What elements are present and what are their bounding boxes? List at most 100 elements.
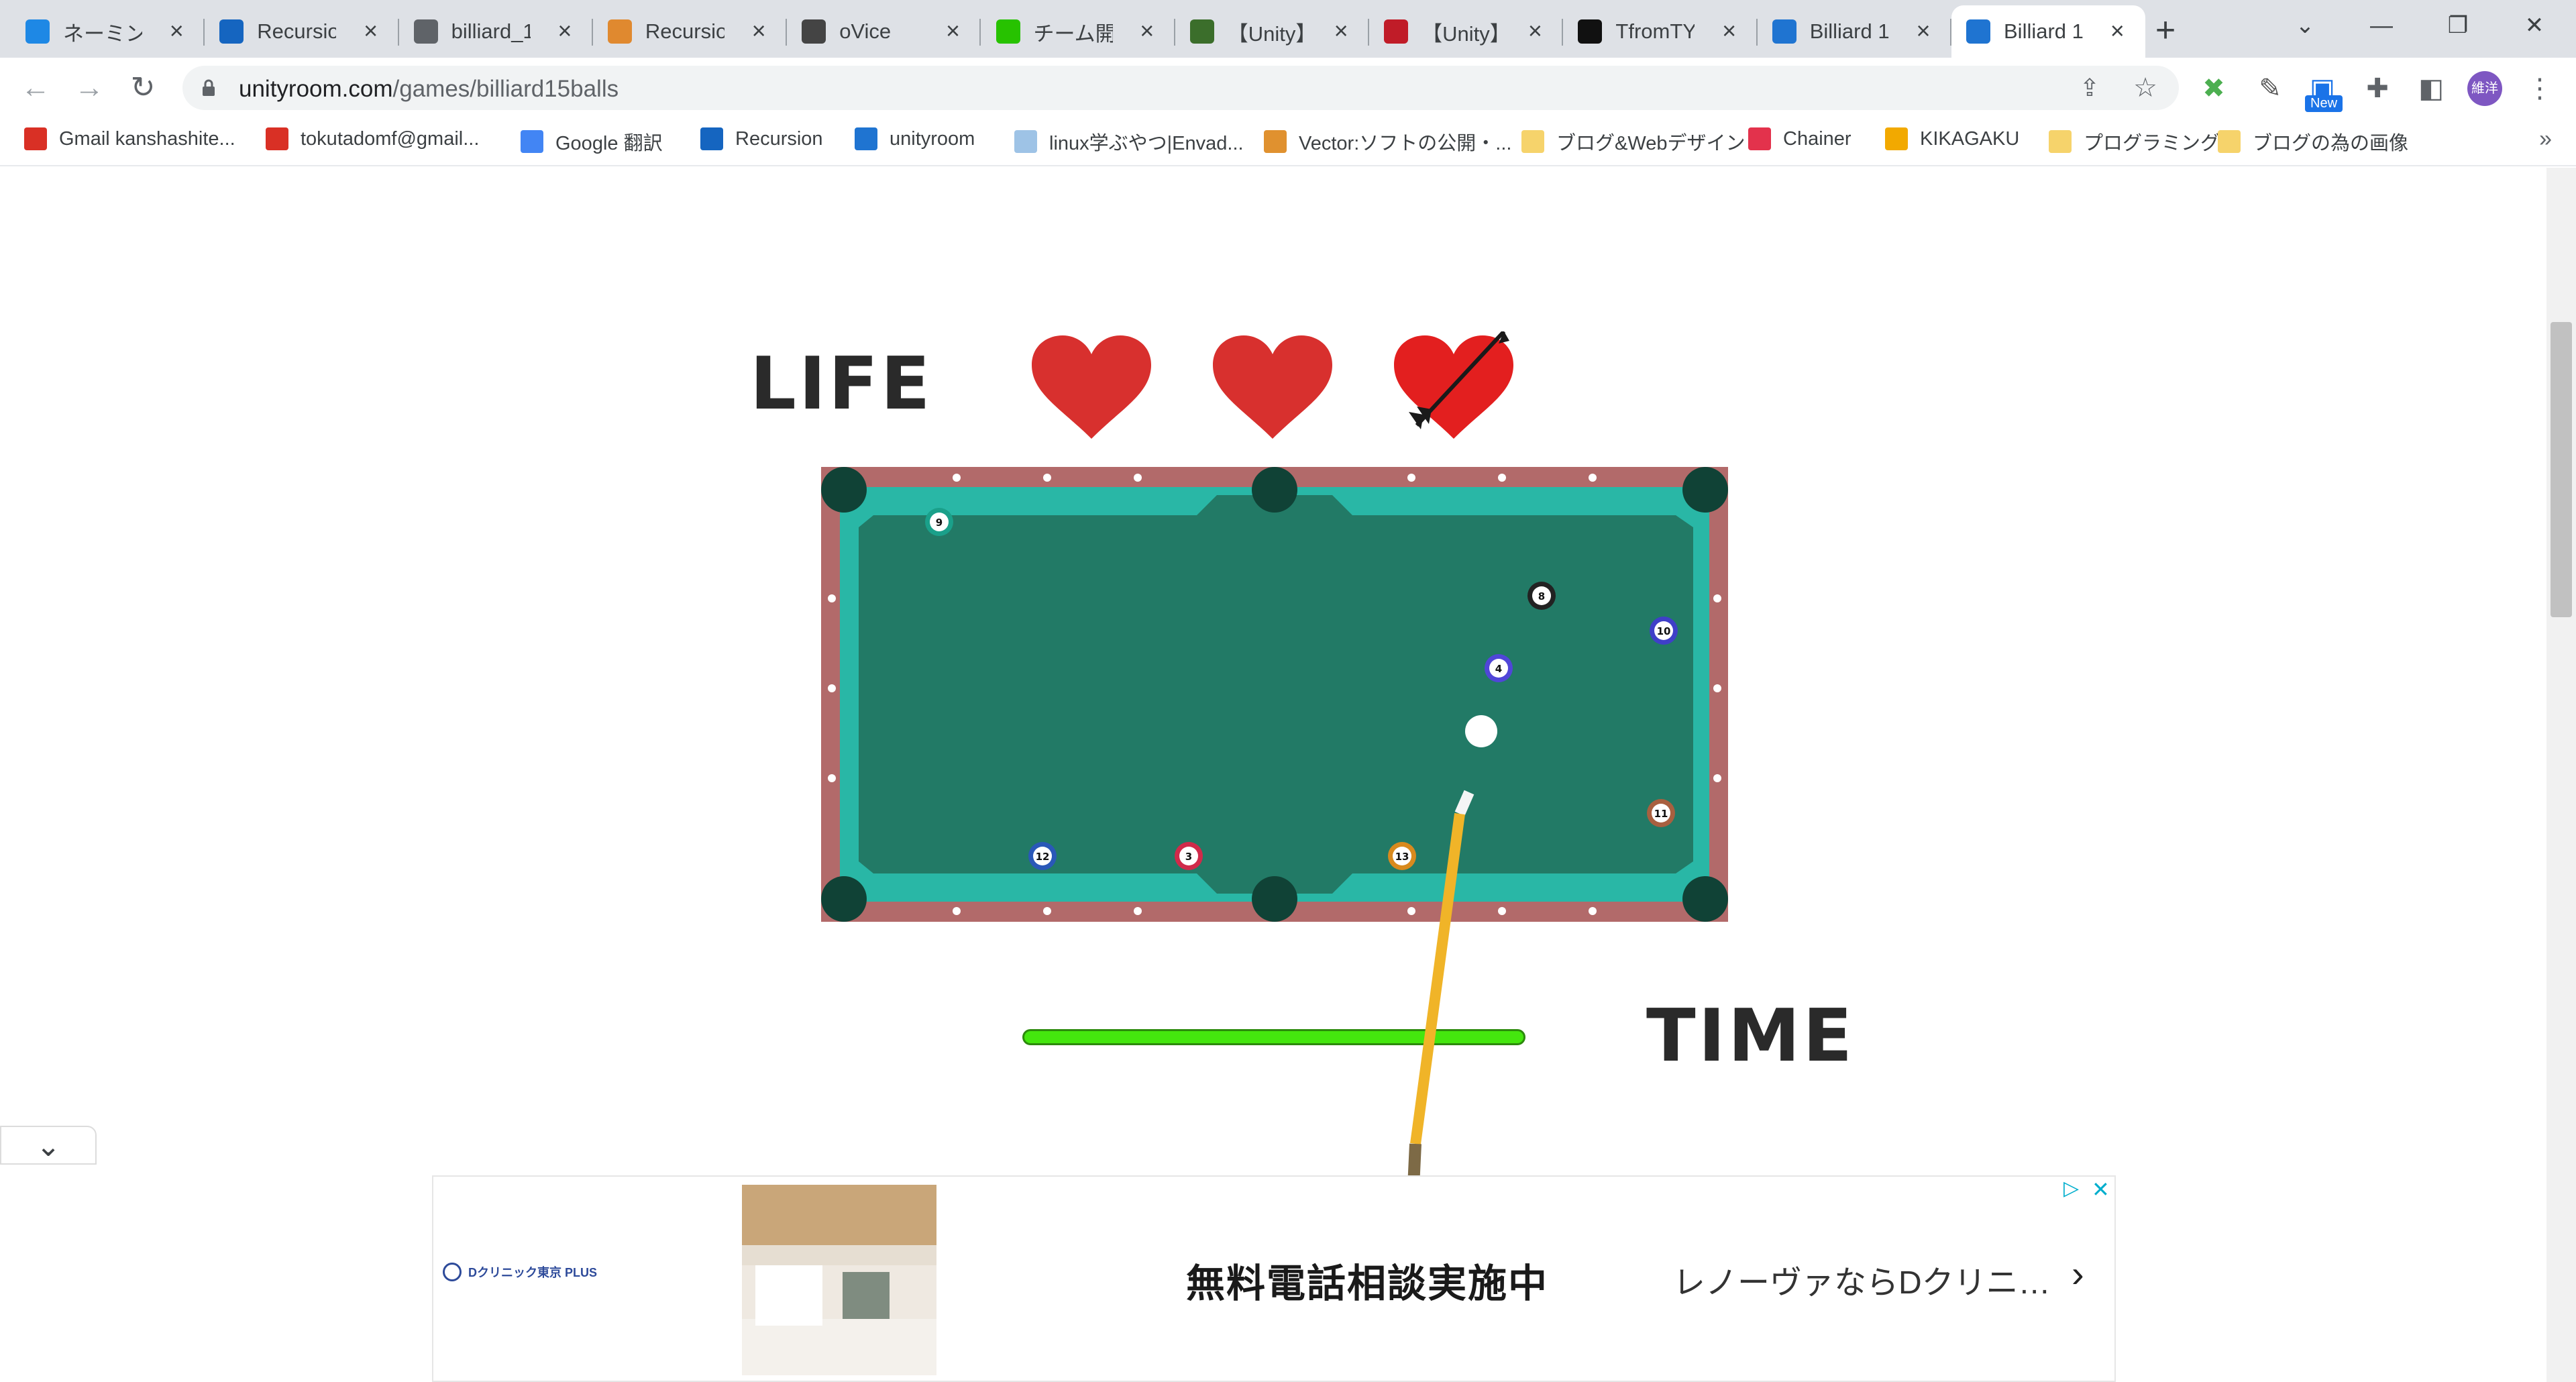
tab-4[interactable]: Recursion × [593,5,788,58]
bookmark-item[interactable]: プログラミング [2049,127,2220,156]
collapse-ad-button[interactable]: ⌄ [0,1126,97,1165]
bookmark-label: プログラミング [2084,133,2220,154]
translate-icon [521,130,543,153]
tab-close-icon[interactable]: × [1134,17,1161,44]
folder-icon [2049,130,2072,153]
tab-2[interactable]: Recursion × [205,5,399,58]
bookmark-label: tokutadomf@gmail... [301,127,480,150]
new-tab-button[interactable]: + [2144,9,2187,52]
unity-asset-icon [1189,19,1214,44]
tab-close-icon[interactable]: × [1521,17,1548,44]
tab-close-icon[interactable]: × [358,17,384,44]
bookmark-star-icon[interactable]: ☆ [2133,72,2157,103]
bookmark-item[interactable]: unityroom [855,127,975,150]
svg-text:11: 11 [1654,808,1668,820]
bookmark-label: Recursion [735,127,823,150]
bookmark-item[interactable]: tokutadomf@gmail... [266,127,479,150]
tab-9[interactable]: TfromTYE × [1563,5,1758,58]
tab-title: 【Unity】シ [1227,21,1307,46]
ad-headline[interactable]: 無料電話相談実施中 [1186,1252,1548,1308]
bookmark-item[interactable]: linux学ぶやつ|Envad... [1014,127,1244,156]
svg-text:8: 8 [1538,590,1545,602]
green-circle-icon [996,19,1020,44]
pocket-bottom-right [1682,876,1728,922]
bookmark-label: Vector:ソフトの公開・... [1299,133,1512,154]
tab-close-icon[interactable]: × [1716,17,1743,44]
tab-title: Billiard 15 [2004,19,2083,43]
ovice-icon [802,19,826,44]
side-panel-icon[interactable]: ◧ [2415,72,2447,105]
tab-search-icon[interactable]: ⌄ [2278,5,2332,46]
bookmark-item[interactable]: KIKAGAKU [1885,127,2019,150]
folder-icon [1521,130,1544,153]
heart-icon [1032,335,1151,439]
forward-arrow-icon[interactable]: → [68,67,110,109]
bookmark-item[interactable]: Gmail kanshashite... [24,127,235,150]
tab-7[interactable]: 【Unity】シ × [1175,5,1370,58]
tab-title: ネーミング | [63,21,142,46]
bookmark-item[interactable]: Google 翻訳 [521,127,663,156]
ad-arrow-icon[interactable]: › [2072,1252,2084,1295]
menu-dots-icon[interactable]: ⋮ [2524,72,2556,105]
advertiser-logo[interactable]: Dクリニック東京 PLUS [443,1263,597,1281]
bookmark-item[interactable]: ブログ&Webデザイン [1521,127,1745,156]
tab-1[interactable]: ネーミング | × [11,5,205,58]
tab-close-icon[interactable]: × [745,17,772,44]
extensions-puzzle-icon[interactable]: ✚ [2361,72,2394,105]
chainer-icon [1748,127,1771,150]
tab-close-icon[interactable]: × [1328,17,1354,44]
pocket-top-left [821,467,867,513]
unityroom-icon [1772,19,1796,44]
ad-photo[interactable] [742,1185,936,1375]
ball-4: 4 [1485,654,1513,682]
eyedropper-extension-icon[interactable]: ✎ [2254,72,2286,105]
share-icon[interactable]: ⇪ [2080,74,2100,102]
pocket-top-right [1682,467,1728,513]
close-window-button[interactable]: ✕ [2508,5,2561,46]
bookmarks-overflow-button[interactable]: » [2539,126,2552,152]
lock-icon[interactable] [201,78,216,97]
tab-5[interactable]: oVice × [787,5,981,58]
extension-x-icon[interactable]: ✖ [2198,72,2230,105]
tab-close-icon[interactable]: × [2104,17,2131,44]
browser-toolbar: ← → ↻ unityroom.com/games/billiard15ball… [0,58,2576,118]
restore-button[interactable]: ❐ [2431,5,2485,46]
page-scrollbar[interactable] [2546,168,2576,1382]
tab-close-icon[interactable]: × [1910,17,1937,44]
bookmark-item[interactable]: Chainer [1748,127,1851,150]
scrollbar-thumb[interactable] [2551,322,2572,617]
minimize-button[interactable]: — [2355,5,2408,46]
page-content: LIFE 9 8 10 4 12 3 13 11 TIME ⌄ Dクリニック東京 PLUS [0,168,2546,1382]
ball-12: 12 [1028,842,1057,870]
tab-close-icon[interactable]: × [939,17,966,44]
ad-close-icon[interactable]: ✕ [2092,1177,2110,1202]
tab-11[interactable]: Billiard 15 × [1951,5,2146,58]
tab-3[interactable]: billiard_1... × [399,5,593,58]
tab-close-icon[interactable]: × [163,17,190,44]
ad-subline[interactable]: レノーヴァならDクリニ… [1673,1256,2049,1303]
address-bar[interactable]: unityroom.com/games/billiard15balls ⇪ ☆ [182,66,2179,110]
bookmark-item[interactable]: Recursion [700,127,823,150]
pocket-bottom-left [821,876,867,922]
tab-6[interactable]: チーム開発 × [981,5,1175,58]
bookmark-item[interactable]: Vector:ソフトの公開・... [1264,127,1511,156]
ad-choices-icon[interactable]: ▷ [2063,1177,2079,1200]
reload-icon[interactable]: ↻ [122,67,164,109]
back-arrow-icon[interactable]: ← [15,67,56,109]
table-felt [859,495,1693,894]
tab-close-icon[interactable]: × [551,17,578,44]
bookmark-label: Gmail kanshashite... [59,127,235,150]
tab-8[interactable]: 【Unity】U × [1369,5,1564,58]
folder-icon [2218,130,2241,153]
ball-10: 10 [1650,617,1678,645]
github-icon [1578,19,1603,44]
bookmark-label: unityroom [890,127,975,150]
bookmark-label: Google 翻訳 [555,133,663,154]
bookmark-item[interactable]: ブログの為の画像 [2218,127,2408,156]
ad-banner[interactable]: Dクリニック東京 PLUS 無料電話相談実施中 レノーヴァならDクリニ… › ▷… [432,1175,2116,1382]
bookmarks-bar: Gmail kanshashite... tokutadomf@gmail... G… [0,118,2576,166]
tab-10[interactable]: Billiard 15 × [1758,5,1951,58]
billiard-table[interactable]: 9810412 3 1311 [821,467,1728,922]
profile-avatar[interactable]: 維洋 [2467,71,2502,106]
recursion-icon [700,127,723,150]
